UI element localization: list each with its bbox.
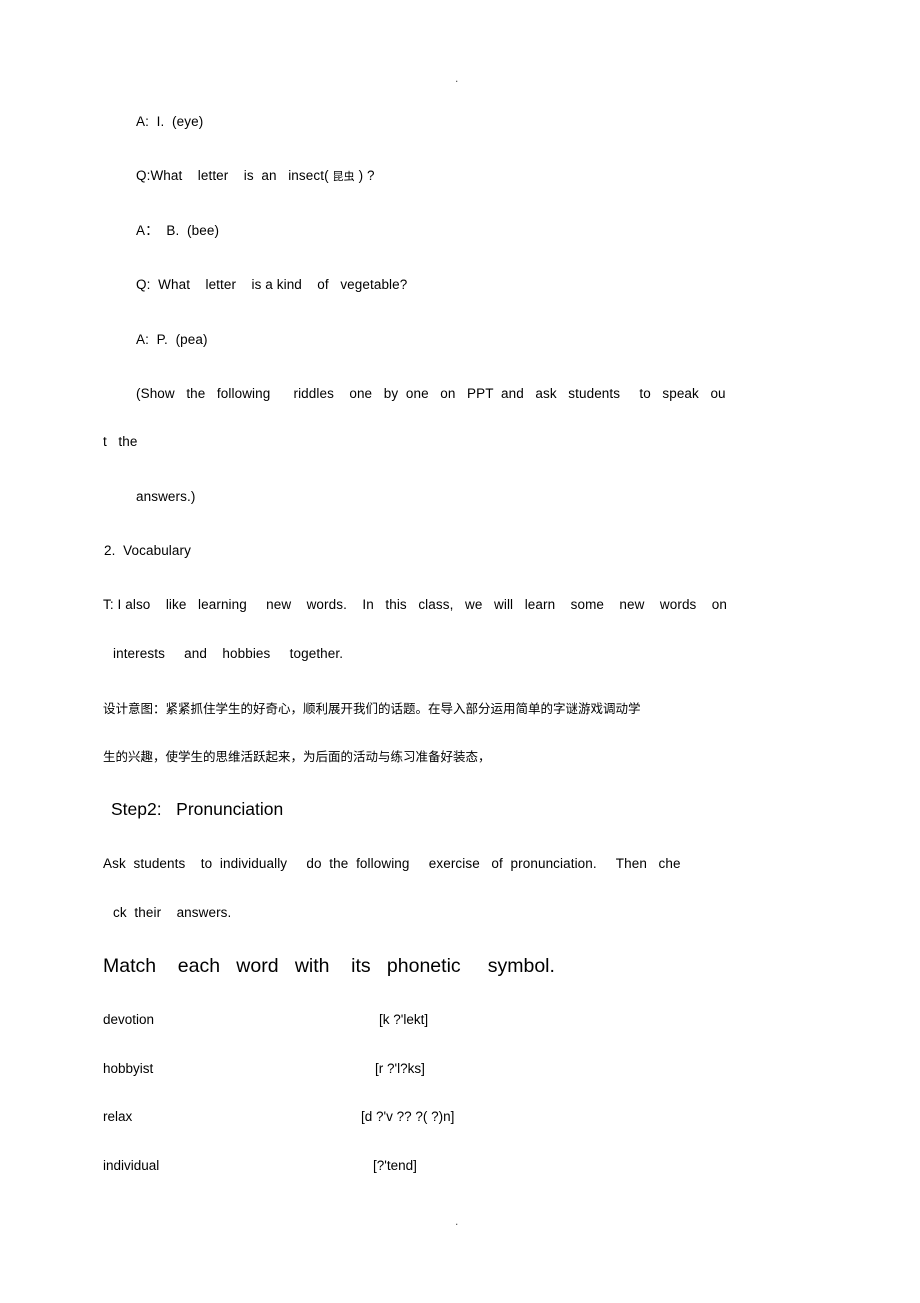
riddle-question-insect: Q:What letter is an insect( 昆虫 ) ? [136, 167, 375, 186]
match-symbol[interactable]: [?'tend] [373, 1158, 417, 1173]
vocabulary-teacher-line-1: T: I also like learning new words. In th… [103, 597, 728, 612]
match-word[interactable]: relax [103, 1109, 132, 1124]
riddle-instruction-line-3: answers.) [136, 489, 196, 504]
match-row[interactable]: hobbyist [r ?'l?ks] [103, 1061, 603, 1081]
vocabulary-teacher-line-2: interests and hobbies together. [113, 646, 344, 661]
match-exercise-heading: Match each word with its phonetic symbol… [103, 955, 555, 977]
step2-instruction-line-2: ck their answers. [113, 905, 232, 920]
design-intent-line-2: 生的兴趣，使学生的思维活跃起来，为后面的活动与练习准备好装态， [103, 749, 491, 764]
match-symbol[interactable]: [r ?'l?ks] [375, 1061, 425, 1076]
footer-mark: . [455, 1214, 459, 1228]
match-row[interactable]: individual [?'tend] [103, 1158, 603, 1178]
header-mark: . [455, 71, 459, 85]
section-heading-vocabulary: 2. Vocabulary [104, 543, 191, 558]
match-word[interactable]: devotion [103, 1012, 154, 1027]
riddle-instruction-line-1: (Show the following riddles one by one o… [136, 386, 726, 401]
step2-instruction-line-1: Ask students to individually do the foll… [103, 856, 681, 871]
match-word[interactable]: hobbyist [103, 1061, 153, 1076]
design-intent-line-1: 设计意图：紧紧抓住学生的好奇心，顺利展开我们的话题。在导入部分运用简单的字谜游戏… [103, 701, 641, 716]
match-row[interactable]: devotion [k ?'lekt] [103, 1012, 603, 1032]
riddle-instruction-line-2: t the [103, 434, 138, 449]
step2-heading: Step2: Pronunciation [111, 799, 284, 819]
match-symbol[interactable]: [d ?'v ?? ?( ?)n] [361, 1109, 454, 1124]
riddle-answer-pea: A: P. (pea) [136, 332, 208, 347]
riddle-question-insect-gloss: 昆虫 [332, 170, 355, 183]
riddle-question-insect-post: ) ? [354, 168, 375, 183]
match-row[interactable]: relax [d ?'v ?? ?( ?)n] [103, 1109, 603, 1129]
riddle-question-vegetable: Q: What letter is a kind of vegetable? [136, 277, 408, 292]
match-symbol[interactable]: [k ?'lekt] [379, 1012, 428, 1027]
riddle-question-insect-pre: Q:What letter is an insect( [136, 168, 333, 183]
riddle-answer-bee: A： B. (bee) [136, 223, 220, 238]
match-word[interactable]: individual [103, 1158, 159, 1173]
riddle-answer-eye: A: I. (eye) [136, 114, 204, 129]
document-page: . A: I. (eye) Q:What letter is an insect… [0, 0, 920, 1303]
